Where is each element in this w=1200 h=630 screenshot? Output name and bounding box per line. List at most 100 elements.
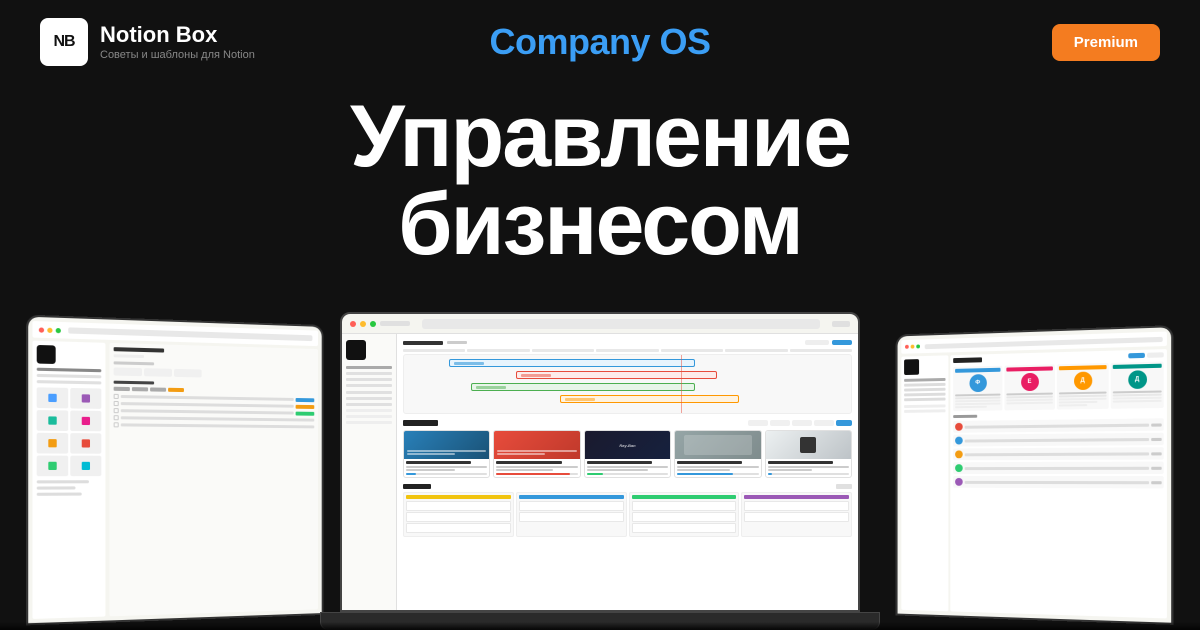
nav-item-dashboard[interactable]: [37, 387, 69, 408]
new-project-btn[interactable]: [836, 420, 852, 426]
minimize-icon: [360, 321, 366, 327]
nav-item-deals[interactable]: [37, 456, 69, 477]
breadcrumb-pill: [380, 321, 410, 326]
laptop-screen: [340, 312, 860, 612]
url-bar[interactable]: [422, 319, 820, 329]
project-meta: [677, 469, 730, 471]
sidebar-nav-item[interactable]: [346, 403, 392, 406]
laptop-content: [342, 334, 858, 610]
action-new-project[interactable]: [144, 368, 172, 377]
filter-btn[interactable]: [1147, 352, 1164, 358]
today-line: [681, 355, 682, 413]
sidebar-nav-item[interactable]: [346, 409, 392, 412]
premium-badge[interactable]: Premium: [1052, 24, 1160, 61]
project-card-levtrans[interactable]: [403, 430, 490, 478]
project-name: [406, 461, 471, 464]
pipeline-col-lead: [403, 492, 514, 537]
sidebar-nav-item[interactable]: [346, 366, 392, 369]
task-checkbox[interactable]: [114, 422, 119, 427]
sidebar-item[interactable]: [904, 409, 945, 413]
hero-title: Управление бизнесом: [0, 92, 1200, 268]
sidebar-nav-item[interactable]: [346, 415, 392, 418]
list-item[interactable]: [953, 433, 1164, 447]
project-card-rayban[interactable]: [584, 430, 671, 478]
list-item[interactable]: [953, 476, 1164, 488]
list-text: [965, 437, 1149, 442]
sidebar-item[interactable]: [904, 383, 945, 387]
week-selector[interactable]: [805, 340, 829, 345]
task-item: [1006, 402, 1053, 405]
pipeline-card[interactable]: [519, 501, 624, 511]
sidebar-extras: [37, 480, 102, 496]
pipeline-card[interactable]: [406, 512, 511, 522]
nav-item-reports[interactable]: [70, 456, 101, 477]
minimize-icon: [911, 345, 915, 349]
pipeline-card[interactable]: [744, 512, 849, 522]
sidebar-item[interactable]: [904, 404, 945, 408]
sidebar-extra-line: [37, 486, 76, 489]
sidebar-item[interactable]: [904, 378, 945, 382]
pipeline-col-header: [406, 495, 511, 499]
pipeline-card[interactable]: [632, 512, 737, 522]
action-new-task[interactable]: [114, 367, 142, 376]
sidebar-nav-item[interactable]: [346, 397, 392, 400]
task-checkbox[interactable]: [114, 415, 119, 420]
nav-item-expenses[interactable]: [70, 433, 101, 454]
close-icon: [39, 327, 44, 332]
nav-item-tasks[interactable]: [70, 388, 101, 409]
today-btn[interactable]: [832, 340, 852, 345]
project-card-construction[interactable]: [674, 430, 761, 478]
clients-title: [403, 484, 431, 489]
project-meta: [587, 469, 648, 471]
pipeline-card[interactable]: [519, 512, 624, 522]
sidebar-item[interactable]: [904, 388, 945, 392]
project-card-notionbox[interactable]: [765, 430, 852, 478]
view-toggle[interactable]: [1128, 353, 1145, 359]
task-checkbox[interactable]: [114, 408, 119, 413]
filter-chip[interactable]: [792, 420, 812, 426]
list-item[interactable]: [953, 418, 1164, 432]
task-item: [1059, 401, 1097, 404]
nav-item-team[interactable]: [70, 411, 101, 432]
project-progress: [677, 473, 758, 475]
filter-chip[interactable]: [814, 420, 834, 426]
progress-fill: [587, 473, 603, 475]
pipeline-card[interactable]: [632, 501, 737, 511]
timeline-subtitle: [447, 341, 467, 344]
pipeline-card[interactable]: [406, 523, 511, 533]
quick-actions-section: [114, 361, 315, 380]
task-checkbox[interactable]: [114, 401, 119, 406]
sidebar-nav-item[interactable]: [346, 391, 392, 394]
close-icon: [905, 345, 909, 349]
schedule-label: [953, 415, 977, 418]
task-checkbox[interactable]: [114, 394, 119, 399]
minimize-icon: [47, 327, 52, 332]
pipeline-card[interactable]: [744, 501, 849, 511]
share-btn[interactable]: [832, 321, 850, 327]
sidebar-nav-item[interactable]: [346, 384, 392, 387]
sidebar-line: [37, 374, 102, 378]
pipeline-card[interactable]: [406, 501, 511, 511]
app-logo: [346, 340, 366, 360]
filter-chip[interactable]: [770, 420, 790, 426]
main-title: [114, 347, 164, 352]
sidebar-nav-item[interactable]: [346, 421, 392, 424]
nav-item-income[interactable]: [37, 433, 69, 454]
timeline-row-4: [560, 395, 739, 403]
nav-item-projects[interactable]: [37, 410, 69, 431]
list-item[interactable]: [953, 447, 1164, 460]
pipeline-card[interactable]: [632, 523, 737, 533]
list-item[interactable]: [953, 462, 1164, 474]
project-card-clothes[interactable]: [493, 430, 580, 478]
filter-chip[interactable]: [748, 420, 768, 426]
notion-logo: [800, 437, 816, 453]
sidebar-nav-item[interactable]: [346, 378, 392, 381]
pipeline-col-header: [632, 495, 737, 499]
sidebar-item[interactable]: [904, 398, 945, 402]
action-new-deal[interactable]: [174, 369, 202, 378]
sidebar-nav-item[interactable]: [346, 372, 392, 375]
view-btn[interactable]: [836, 484, 852, 489]
app-logo-icon: [37, 345, 56, 364]
sidebar-item[interactable]: [904, 393, 945, 397]
project-info: [766, 459, 851, 477]
